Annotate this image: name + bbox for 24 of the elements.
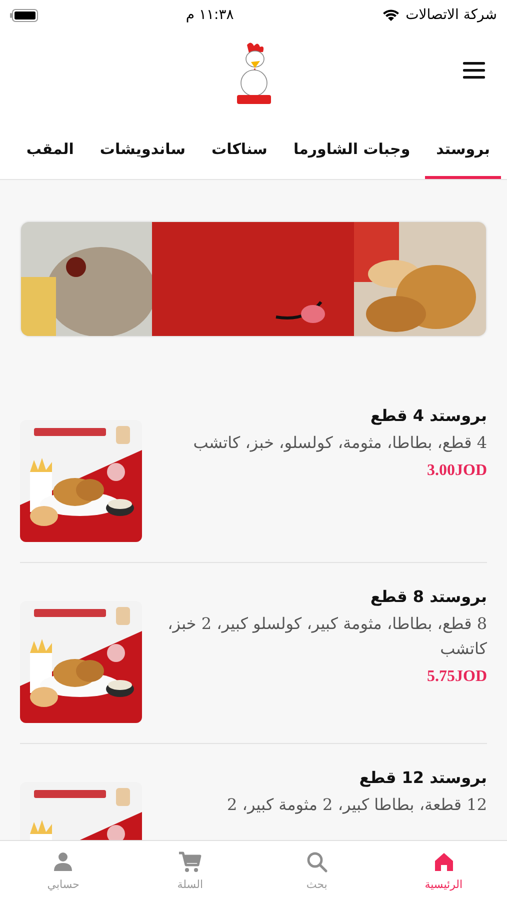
category-tab[interactable]: ساندويشات [88, 118, 196, 179]
nav-label: السلة [177, 878, 204, 891]
category-tab[interactable]: وجبات الشاورما [282, 118, 422, 179]
item-price: 5.75JOD [426, 668, 487, 686]
nav-label: بحث [306, 878, 328, 891]
item-title: بروستد 12 قطع [358, 768, 487, 787]
search-icon [304, 850, 329, 874]
cart-icon [178, 850, 202, 874]
item-price: 3.00JOD [426, 462, 487, 480]
category-tab[interactable]: سناكات [200, 118, 278, 179]
nav-label: الرئيسية [424, 878, 463, 891]
item-description: 12 قطعة، بطاطا كبير، 2 مثومة كبير، 2 [226, 794, 487, 816]
item-title: بروستد 4 قطع [369, 406, 487, 425]
category-tab[interactable]: المقب [26, 118, 85, 179]
clock-time: ١١:٣٨ م [186, 7, 234, 23]
menu-icon[interactable] [463, 62, 485, 79]
item-description: 4 قطع، بطاطا، مثومة، كولسلو، خبز، كاتشب [192, 432, 487, 454]
nav-tab[interactable]: الرئيسية [380, 841, 507, 900]
wifi-icon [382, 8, 400, 22]
carrier-name: شركة الاتصالات [406, 7, 497, 23]
item-title: بروستد 8 قطع [369, 587, 487, 606]
nav-label: حسابي [47, 878, 80, 891]
battery-icon [10, 8, 38, 22]
item-description: 8 قطع، بطاطا، مثومة كبير، كولسلو كبير، 2 خبز، كاتشب [166, 613, 487, 660]
